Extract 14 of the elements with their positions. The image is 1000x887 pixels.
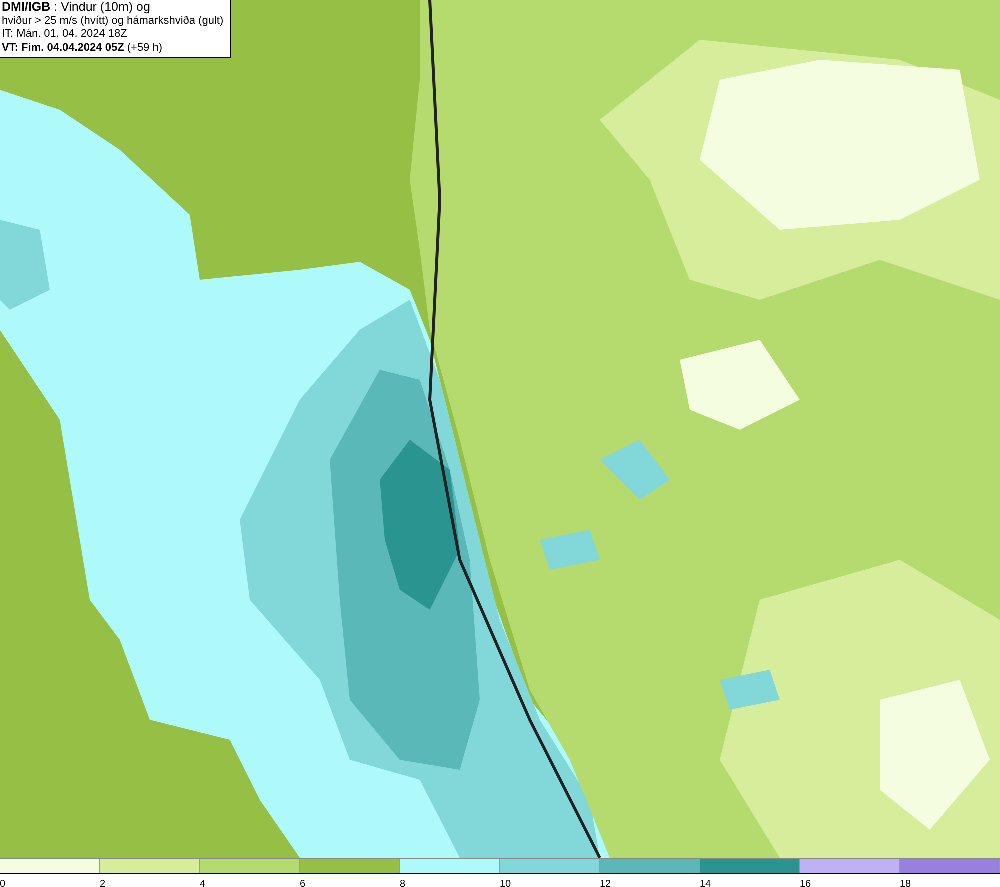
title-line: IT: Mán. 01. 04. 2024 18Z [2,28,128,42]
title-line: VT: Fim. 04.04.2024 05Z (+59 h) [2,42,164,55]
legend-label: 0 [0,879,6,887]
legend-label: 10 [500,879,512,887]
legend-label: 8 [400,879,406,887]
title-line: DMI/IGB : Vindur (10m) og [2,1,152,14]
legend-label: 4 [200,879,206,887]
title-line: hviður > 25 m/s (hvítt) og hámarkshviða (gult) [2,14,224,28]
legend-label: 6 [300,879,306,887]
legend-label: 18 [900,879,912,887]
legend-label: 2 [100,879,106,887]
legend-label: 16 [800,879,812,887]
legend-label: 12 [600,879,612,887]
legend-label: 14 [700,879,712,887]
